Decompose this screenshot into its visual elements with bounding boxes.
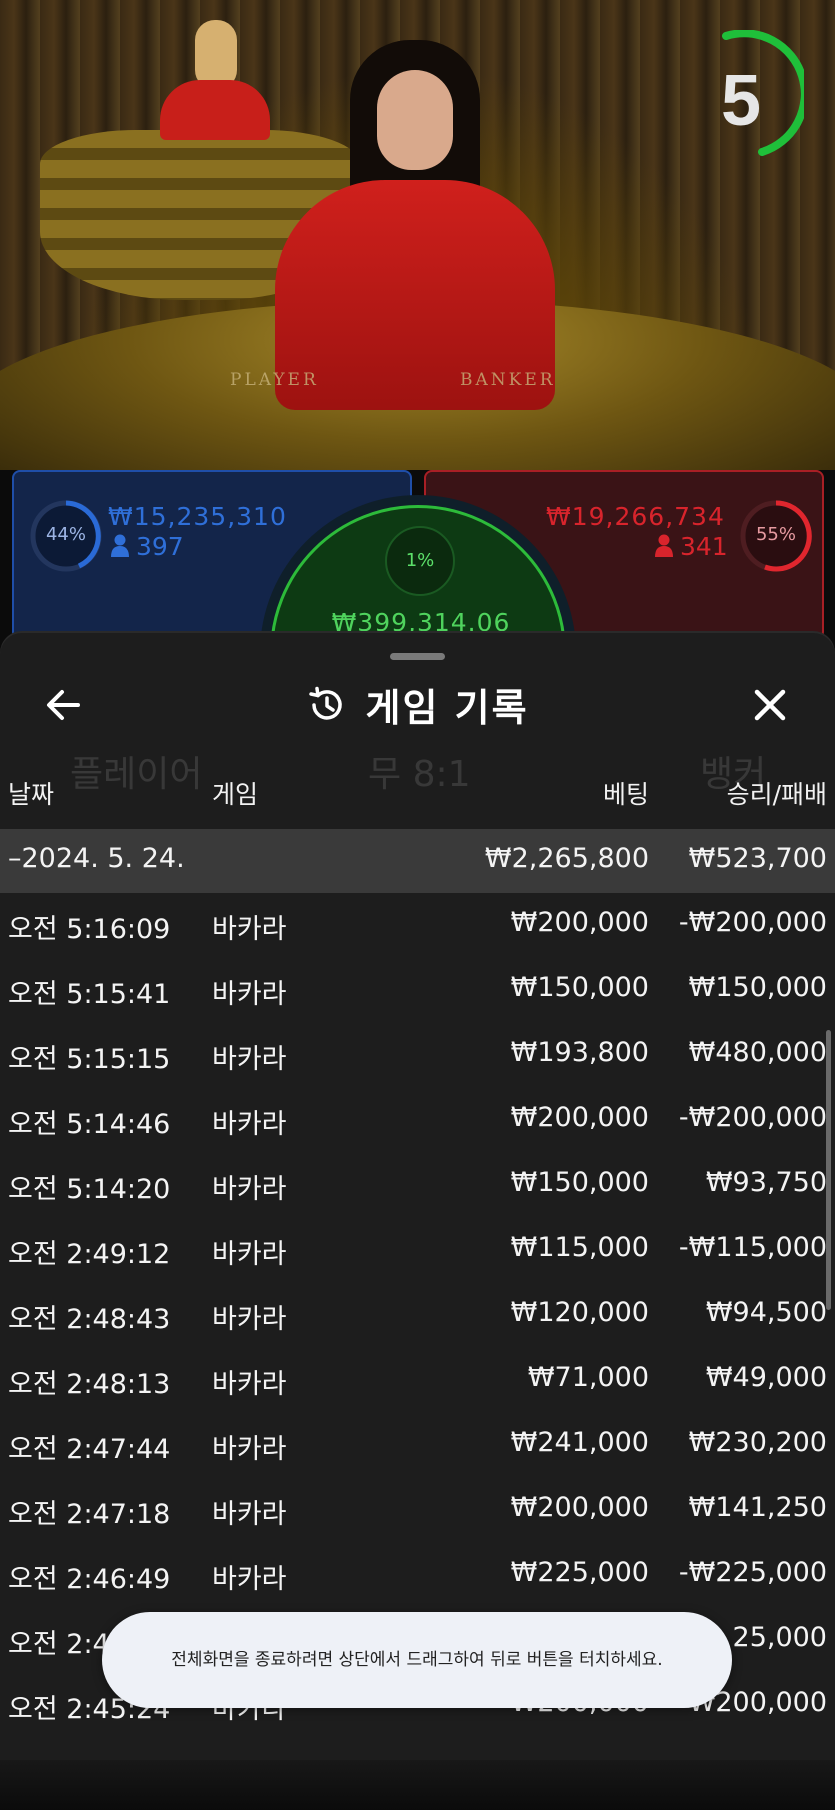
row-game: 바카라 [212, 1499, 287, 1530]
banker-percent-ring: 55% [738, 498, 814, 574]
row-bet: ₩115,000 [510, 1232, 649, 1263]
row-bet: ₩200,000 [510, 907, 649, 938]
dealer [255, 40, 575, 410]
tie-percent: 1% [405, 550, 435, 571]
row-bet: ₩200,000 [510, 1102, 649, 1133]
fullscreen-exit-toast: 전체화면을 종료하려면 상단에서 드래그하여 뒤로 버튼을 터치하세요. [102, 1612, 732, 1708]
history-row[interactable]: 오전 2:47:18 바카라 ₩200,000 ₩141,250 [0, 1478, 835, 1543]
row-bet: ₩193,800 [510, 1037, 649, 1068]
col-header-result: 승리/패배 [726, 780, 827, 809]
row-game: 바카라 [212, 1304, 287, 1335]
row-result: ₩150,000 [688, 972, 827, 1003]
col-header-date: 날짜 [8, 780, 55, 809]
row-time: 오전 2:48:43 [8, 1304, 171, 1335]
col-header-bet: 베팅 [602, 780, 649, 809]
row-result: ₩141,250 [688, 1492, 827, 1523]
background-dealer [160, 20, 270, 140]
player-stake: ₩15,235,310 [108, 502, 287, 531]
countdown-value: 5 [720, 61, 762, 141]
row-time: 오전 2:49:12 [8, 1239, 171, 1270]
row-bet: ₩150,000 [510, 972, 649, 1003]
history-row[interactable]: 오전 5:15:41 바카라 ₩150,000 ₩150,000 [0, 958, 835, 1023]
row-result: -₩200,000 [678, 907, 827, 938]
row-result: -₩225,000 [678, 1557, 827, 1588]
date-group-result: ₩523,700 [688, 843, 827, 874]
history-row[interactable]: 오전 5:15:15 바카라 ₩193,800 ₩480,000 [0, 1023, 835, 1088]
row-game: 바카라 [212, 1564, 287, 1595]
row-time: 오전 5:14:20 [8, 1174, 171, 1205]
row-result: 25,000 [732, 1622, 827, 1653]
row-bet: ₩200,000 [510, 1492, 649, 1523]
felt-banker-label: BANKER [460, 370, 556, 390]
row-time: 오전 2:48:13 [8, 1369, 171, 1400]
player-count: 397 [136, 532, 184, 561]
close-icon [754, 689, 786, 721]
history-column-headers: 날짜 게임 베팅 승리/패배 [0, 775, 835, 815]
history-row[interactable]: 오전 2:48:43 바카라 ₩120,000 ₩94,500 [0, 1283, 835, 1348]
row-bet: ₩225,000 [510, 1557, 649, 1588]
row-bet: ₩241,000 [510, 1427, 649, 1458]
row-time: 오전 2:46:49 [8, 1564, 171, 1595]
row-game: 바카라 [212, 1109, 287, 1140]
history-row[interactable]: 오전 5:14:46 바카라 ₩200,000 -₩200,000 [0, 1088, 835, 1153]
player-user-icon [110, 534, 130, 558]
row-time: 오전 2:47:18 [8, 1499, 171, 1530]
drag-handle[interactable] [390, 653, 445, 660]
row-time: 오전 2:47:44 [8, 1434, 171, 1465]
date-group-bet: ₩2,265,800 [484, 843, 649, 874]
banker-percent: 55% [755, 524, 796, 545]
row-result: ₩94,500 [705, 1297, 827, 1328]
row-result: -₩115,000 [678, 1232, 827, 1263]
history-row[interactable]: 오전 5:14:20 바카라 ₩150,000 ₩93,750 [0, 1153, 835, 1218]
history-row[interactable]: 오전 2:48:13 바카라 ₩71,000 ₩49,000 [0, 1348, 835, 1413]
date-group-row[interactable]: –2024. 5. 24. ₩2,265,800 ₩523,700 [0, 829, 835, 893]
row-game: 바카라 [212, 979, 287, 1010]
history-list[interactable]: –2024. 5. 24. ₩2,265,800 ₩523,700 오전 5:1… [0, 829, 835, 1738]
history-scrollbar[interactable] [826, 1030, 831, 1310]
row-time: 오전 5:15:41 [8, 979, 171, 1010]
banker-count: 341 [680, 532, 728, 561]
row-bet: ₩150,000 [510, 1167, 649, 1198]
toast-message: 전체화면을 종료하려면 상단에서 드래그하여 뒤로 버튼을 터치하세요. [171, 1650, 663, 1670]
row-bet: ₩120,000 [510, 1297, 649, 1328]
history-row[interactable]: 오전 2:49:12 바카라 ₩115,000 -₩115,000 [0, 1218, 835, 1283]
history-row[interactable]: 오전 5:16:09 바카라 ₩200,000 -₩200,000 [0, 893, 835, 958]
bottom-fade [0, 1760, 835, 1810]
felt-player-label: PLAYER [230, 370, 319, 390]
row-game: 바카라 [212, 1239, 287, 1270]
sheet-header: 게임 기록 [0, 677, 835, 733]
row-game: 바카라 [212, 1174, 287, 1205]
countdown-timer: 5 [696, 30, 804, 160]
row-result: -₩200,000 [678, 1102, 827, 1133]
row-result: ₩480,000 [688, 1037, 827, 1068]
player-percent-ring: 44% [28, 498, 104, 574]
row-time: 오전 2:4 [8, 1629, 110, 1660]
row-time: 오전 5:16:09 [8, 914, 171, 945]
row-game: 바카라 [212, 914, 287, 945]
history-row[interactable]: 오전 2:47:44 바카라 ₩241,000 ₩230,200 [0, 1413, 835, 1478]
banker-user-icon [654, 534, 674, 558]
history-row[interactable]: 오전 2:46:49 바카라 ₩225,000 -₩225,000 [0, 1543, 835, 1608]
row-game: 바카라 [212, 1044, 287, 1075]
player-percent: 44% [45, 524, 86, 545]
close-button[interactable] [746, 681, 794, 729]
row-bet: ₩71,000 [527, 1362, 649, 1393]
row-time: 오전 5:14:46 [8, 1109, 171, 1140]
banker-stake: ₩19,266,734 [546, 502, 725, 531]
row-time: 오전 5:15:15 [8, 1044, 171, 1075]
date-group-date: –2024. 5. 24. [8, 843, 185, 874]
col-header-game: 게임 [212, 780, 259, 809]
row-game: 바카라 [212, 1369, 287, 1400]
history-clock-icon [306, 685, 346, 725]
row-result: ₩49,000 [705, 1362, 827, 1393]
row-result: ₩93,750 [705, 1167, 827, 1198]
sheet-title: 게임 기록 [365, 686, 529, 730]
row-game: 바카라 [212, 1434, 287, 1465]
row-result: ₩230,200 [688, 1427, 827, 1458]
